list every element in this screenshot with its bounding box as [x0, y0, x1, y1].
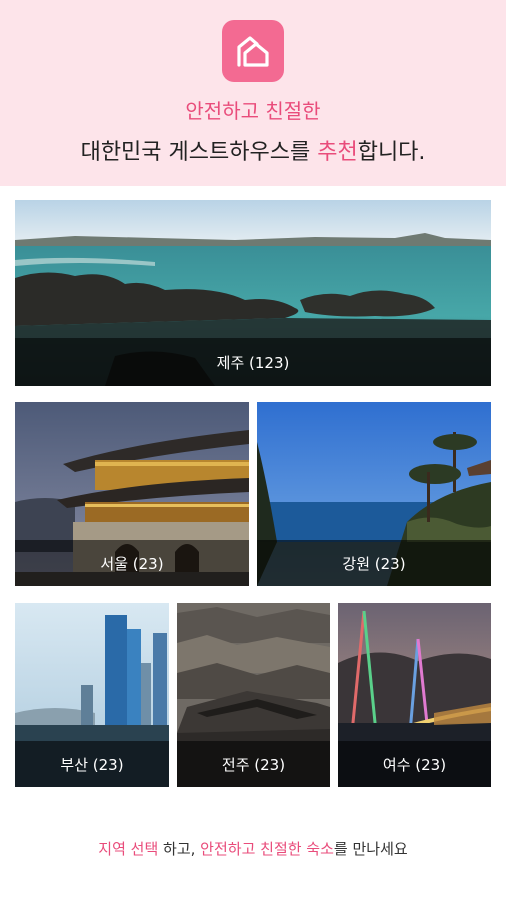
tagline-line2: 대한민국 게스트하우스를 추천합니다.	[0, 134, 506, 166]
tagline-line2-accent: 추천	[317, 140, 358, 165]
region-label: 서울 (23)	[100, 554, 164, 573]
region-card-seoul[interactable]: 서울 (23)	[15, 402, 249, 586]
footer-part4: 를 만나세요	[333, 840, 408, 858]
region-card-busan[interactable]: 부산 (23)	[15, 603, 169, 787]
tagline-line2-prefix: 대한민국 게스트하우스를	[80, 140, 318, 165]
header-banner: 안전하고 친절한 대한민국 게스트하우스를 추천합니다.	[0, 0, 506, 186]
region-label-bar: 부산 (23)	[15, 741, 169, 787]
region-label-bar: 여수 (23)	[338, 741, 491, 787]
region-card-gangwon[interactable]: 강원 (23)	[257, 402, 491, 586]
region-label-bar: 서울 (23)	[15, 540, 249, 586]
region-card-jeju[interactable]: 제주 (123)	[15, 200, 491, 386]
tagline-line2-suffix: 합니다.	[357, 140, 426, 165]
footer-part3: 안전하고 친절한 숙소	[200, 840, 334, 858]
tagline-line1: 안전하고 친절한	[185, 99, 321, 123]
region-label: 전주 (23)	[221, 755, 286, 774]
footer-part2: 하고,	[158, 840, 201, 858]
region-label: 부산 (23)	[60, 755, 124, 774]
footer-part1: 지역 선택	[98, 840, 159, 858]
region-label-bar: 제주 (123)	[15, 338, 491, 386]
region-label-bar: 강원 (23)	[257, 540, 491, 586]
region-label: 여수 (23)	[382, 755, 447, 774]
region-label: 제주 (123)	[216, 353, 290, 372]
region-label: 강원 (23)	[342, 554, 406, 573]
region-card-yeosu[interactable]: 여수 (23)	[338, 603, 491, 787]
region-card-jeonju[interactable]: 전주 (23)	[177, 603, 330, 787]
footer-message: 지역 선택 하고, 안전하고 친절한 숙소를 만나세요	[0, 838, 506, 859]
house-icon	[237, 36, 269, 67]
region-label-bar: 전주 (23)	[177, 741, 330, 787]
app-logo	[222, 20, 284, 82]
